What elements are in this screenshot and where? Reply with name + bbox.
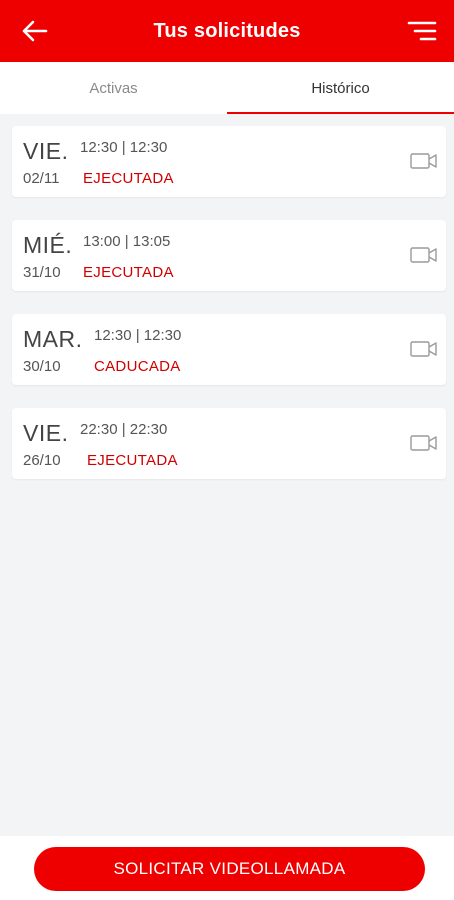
status-badge: EJECUTADA xyxy=(83,264,174,281)
request-time: 13:00 | 13:05 xyxy=(83,233,171,250)
request-day: MAR. xyxy=(23,326,83,352)
request-time: 12:30 | 12:30 xyxy=(80,139,168,156)
request-card[interactable]: MIÉ. 31/10 13:00 | 13:05 EJECUTADA xyxy=(12,220,446,291)
status-badge: EJECUTADA xyxy=(87,452,178,469)
tab-bar: Activas Histórico xyxy=(0,62,454,114)
menu-button[interactable] xyxy=(402,13,442,49)
footer-bar: SOLICITAR VIDEOLLAMADA xyxy=(0,836,454,900)
request-date: 02/11 xyxy=(23,170,60,187)
request-date: 31/10 xyxy=(23,264,61,281)
status-badge: CADUCADA xyxy=(94,358,181,375)
request-day: VIE. xyxy=(23,420,69,446)
back-button[interactable] xyxy=(14,13,54,49)
video-camera-icon[interactable] xyxy=(410,246,438,264)
request-day: MIÉ. xyxy=(23,232,73,258)
video-camera-icon[interactable] xyxy=(410,434,438,452)
filter-menu-icon xyxy=(407,21,437,41)
status-badge: EJECUTADA xyxy=(83,170,174,187)
tab-historico[interactable]: Histórico xyxy=(227,62,454,114)
app-header: Tus solicitudes xyxy=(0,0,454,62)
video-camera-icon[interactable] xyxy=(410,340,438,358)
request-date: 30/10 xyxy=(23,358,61,375)
request-videocall-button[interactable]: SOLICITAR VIDEOLLAMADA xyxy=(34,847,425,891)
request-card[interactable]: VIE. 02/11 12:30 | 12:30 EJECUTADA xyxy=(12,126,446,197)
request-day: VIE. xyxy=(23,138,69,164)
video-camera-icon[interactable] xyxy=(410,152,438,170)
request-card[interactable]: MAR. 30/10 12:30 | 12:30 CADUCADA xyxy=(12,314,446,385)
arrow-left-icon xyxy=(22,20,48,42)
request-time: 12:30 | 12:30 xyxy=(94,327,182,344)
tab-activas[interactable]: Activas xyxy=(0,62,227,114)
request-card[interactable]: VIE. 26/10 22:30 | 22:30 EJECUTADA xyxy=(12,408,446,479)
request-time: 22:30 | 22:30 xyxy=(80,421,168,438)
request-date: 26/10 xyxy=(23,452,61,469)
page-title: Tus solicitudes xyxy=(153,19,301,42)
